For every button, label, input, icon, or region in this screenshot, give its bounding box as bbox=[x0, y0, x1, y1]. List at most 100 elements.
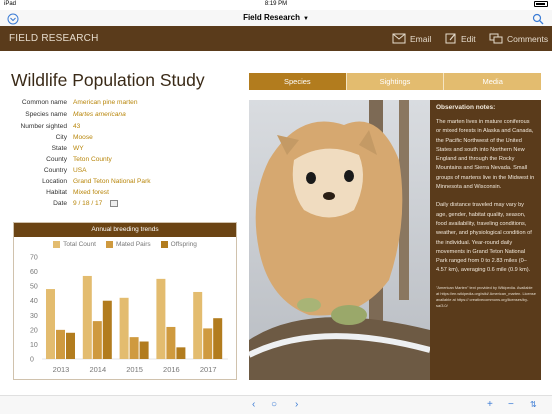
chevron-right-icon[interactable]: › bbox=[295, 400, 298, 410]
minus-icon[interactable]: − bbox=[508, 400, 514, 410]
caret-down-icon: ▼ bbox=[302, 16, 309, 22]
field-species-name: Species name Martes americana bbox=[0, 111, 240, 121]
chart-plot: 0 10 20 30 40 50 60 70 2013 2014 2015 2016 2017 bbox=[30, 255, 228, 374]
field-city: City Moose bbox=[0, 134, 240, 144]
field-value[interactable]: American pine marten bbox=[73, 99, 138, 106]
field-label: Common name bbox=[21, 99, 67, 106]
y-tick-label: 20 bbox=[30, 327, 38, 334]
field-number-sighted: Number sighted 43 bbox=[0, 123, 240, 133]
bar-mated-pairs-2017 bbox=[203, 328, 213, 359]
legend-swatch bbox=[160, 241, 168, 248]
bar-total-count-2017 bbox=[193, 291, 203, 359]
tab-sightings[interactable]: Sightings bbox=[346, 73, 445, 90]
status-bar: iPad 8:19 PM bbox=[0, 0, 552, 10]
email-label: Email bbox=[410, 33, 432, 44]
sort-icon[interactable]: ⇅ bbox=[530, 400, 537, 410]
bar-mated-pairs-2014 bbox=[92, 321, 102, 359]
field-common-name: Common name American pine marten bbox=[0, 99, 240, 109]
add-icon[interactable]: + bbox=[487, 400, 493, 410]
y-tick-label: 70 bbox=[30, 255, 38, 262]
pine-marten-photo bbox=[249, 100, 430, 380]
legend-item: Total Count bbox=[53, 241, 96, 248]
nav-bar: Field Research ▼ bbox=[0, 10, 552, 26]
legend-swatch bbox=[105, 241, 113, 248]
field-label: Habitat bbox=[46, 189, 67, 196]
bar-offspring-2017 bbox=[213, 318, 223, 359]
field-value[interactable]: Moose bbox=[73, 134, 93, 141]
field-label: Species name bbox=[25, 111, 67, 118]
notes-paragraph: Daily distance traveled may vary by age,… bbox=[436, 202, 532, 274]
comments-icon bbox=[489, 33, 503, 44]
notes-paragraph: The marten lives in mature coniferous or… bbox=[436, 119, 535, 191]
field-date: Date 9 / 18 / 17 bbox=[0, 200, 240, 210]
tab-media[interactable]: Media bbox=[444, 73, 542, 90]
nav-title: Field Research bbox=[243, 13, 300, 22]
detail-tabs: Species Sightings Media bbox=[249, 73, 542, 90]
legend-item: Mated Pairs bbox=[105, 241, 151, 248]
comments-button[interactable]: Comments bbox=[489, 32, 548, 45]
x-tick-label: 2014 bbox=[89, 365, 106, 374]
page-title: Wildlife Population Study bbox=[11, 70, 205, 90]
x-tick-label: 2016 bbox=[163, 365, 180, 374]
field-county: County Teton County bbox=[0, 156, 240, 166]
notes-heading: Observation notes: bbox=[436, 104, 496, 111]
x-tick-label: 2013 bbox=[53, 365, 70, 374]
bar-offspring-2016 bbox=[176, 347, 186, 359]
legend-item: Offspring bbox=[160, 241, 197, 248]
bar-total-count-2014 bbox=[82, 275, 92, 359]
field-country: Country USA bbox=[0, 167, 240, 177]
calendar-icon[interactable] bbox=[110, 200, 118, 207]
bar-total-count-2015 bbox=[119, 297, 129, 359]
field-label: State bbox=[51, 145, 67, 152]
bar-total-count-2013 bbox=[46, 289, 55, 359]
search-icon[interactable] bbox=[532, 12, 544, 25]
chart-legend: Total Count Mated Pairs Offspring bbox=[14, 241, 236, 248]
bar-offspring-2014 bbox=[102, 300, 112, 359]
tab-species[interactable]: Species bbox=[249, 73, 347, 90]
field-label: City bbox=[55, 134, 67, 141]
bar-offspring-2015 bbox=[139, 341, 149, 359]
comments-label: Comments bbox=[507, 33, 549, 44]
circle-icon[interactable]: ○ bbox=[271, 400, 277, 410]
edit-icon bbox=[445, 33, 456, 44]
edit-label: Edit bbox=[461, 33, 476, 44]
field-value[interactable]: WY bbox=[73, 145, 84, 152]
battery-icon bbox=[534, 1, 548, 7]
legend-swatch bbox=[53, 241, 61, 248]
chevron-left-icon[interactable]: ‹ bbox=[252, 400, 255, 410]
y-tick-label: 0 bbox=[30, 357, 34, 364]
legend-label: Total Count bbox=[63, 241, 96, 248]
bar-offspring-2013 bbox=[66, 332, 75, 359]
chart-title: Annual breeding trends bbox=[14, 223, 236, 237]
field-label: Number sighted bbox=[20, 123, 67, 130]
breeding-trends-chart: Annual breeding trends Total Count Mated… bbox=[13, 222, 237, 380]
field-label: Country bbox=[43, 167, 67, 174]
y-tick-label: 30 bbox=[30, 313, 38, 320]
bar-mated-pairs-2016 bbox=[166, 326, 176, 359]
field-value[interactable]: Grand Teton National Park bbox=[73, 178, 151, 185]
field-value[interactable]: 9 / 18 / 17 bbox=[73, 200, 102, 207]
field-state: State WY bbox=[0, 145, 240, 155]
edit-button[interactable]: Edit bbox=[445, 32, 476, 45]
bar-mated-pairs-2015 bbox=[129, 337, 139, 359]
notes-credit: "American Marten" text provided by Wikip… bbox=[436, 284, 536, 308]
x-tick-label: 2015 bbox=[126, 365, 143, 374]
nav-title-button[interactable]: Field Research ▼ bbox=[0, 13, 552, 22]
app-toolbar: FIELD RESEARCH Email Edit Comments bbox=[0, 26, 552, 51]
field-location: Location Grand Teton National Park bbox=[0, 178, 240, 188]
envelope-icon bbox=[392, 33, 406, 44]
email-button[interactable]: Email bbox=[392, 32, 431, 45]
field-value[interactable]: Martes americana bbox=[73, 111, 126, 118]
field-label: Date bbox=[53, 200, 67, 207]
field-value[interactable]: USA bbox=[73, 167, 87, 174]
field-value[interactable]: Teton County bbox=[73, 156, 112, 163]
field-value[interactable]: 43 bbox=[73, 123, 80, 130]
y-tick-label: 50 bbox=[30, 284, 38, 291]
brand-title: FIELD RESEARCH bbox=[9, 33, 99, 44]
field-value[interactable]: Mixed forest bbox=[73, 189, 109, 196]
x-tick-label: 2017 bbox=[200, 365, 217, 374]
bar-mated-pairs-2013 bbox=[56, 329, 65, 359]
status-time: 8:19 PM bbox=[264, 1, 288, 7]
field-label: Location bbox=[42, 178, 67, 185]
legend-label: Mated Pairs bbox=[115, 241, 151, 248]
